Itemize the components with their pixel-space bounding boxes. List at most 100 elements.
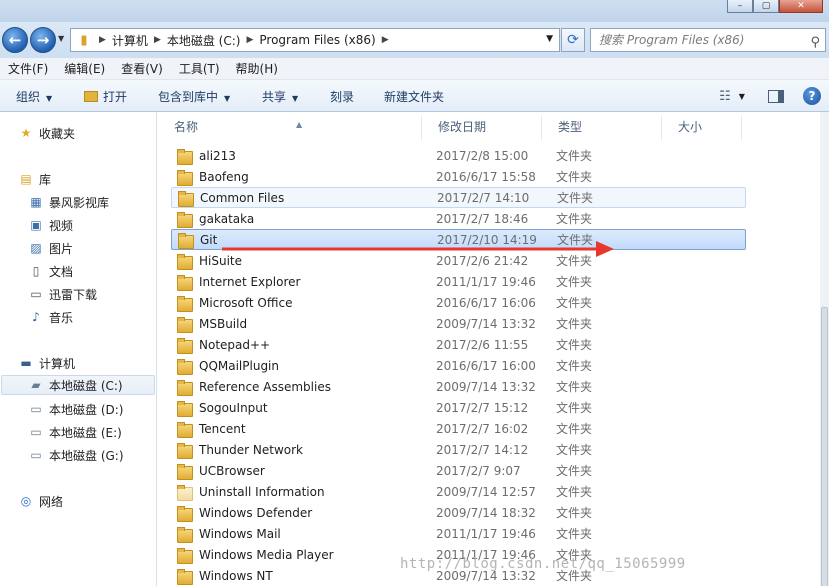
file-type: 文件夹 bbox=[557, 191, 594, 205]
document-icon: ▯ bbox=[32, 264, 40, 278]
new-folder-button[interactable]: 新建文件夹 bbox=[384, 88, 444, 105]
table-row[interactable]: Thunder Network 2017/2/7 14:12 文件夹 bbox=[171, 439, 746, 460]
menu-help[interactable]: 帮助(H) bbox=[236, 60, 278, 77]
menu-bar: 文件(F) 编辑(E) 查看(V) 工具(T) 帮助(H) bbox=[0, 58, 829, 80]
recent-pages-dropdown[interactable]: ▼ bbox=[58, 34, 64, 43]
table-row[interactable]: Git 2017/2/10 14:19 文件夹 bbox=[171, 229, 746, 250]
command-bar: 组织 ▼ 打开 包含到库中 ▼ 共享 ▼ 刻录 新建文件夹 ☷ ▼ ? bbox=[0, 80, 829, 112]
include-in-library-button[interactable]: 包含到库中 ▼ bbox=[158, 88, 230, 105]
forward-button[interactable]: → bbox=[30, 27, 56, 53]
table-row[interactable]: Tencent 2017/2/7 16:02 文件夹 bbox=[171, 418, 746, 439]
share-button[interactable]: 共享 ▼ bbox=[262, 88, 298, 105]
nav-computer[interactable]: ▬ 计算机 bbox=[18, 353, 75, 373]
table-row[interactable]: Windows Mail 2011/1/17 19:46 文件夹 bbox=[171, 523, 746, 544]
search-input[interactable]: 搜索 Program Files (x86) ⚲ bbox=[590, 28, 826, 52]
system-drive-icon: ▰ bbox=[31, 378, 41, 392]
chevron-right-icon[interactable]: ▶ bbox=[99, 35, 106, 45]
burn-button[interactable]: 刻录 bbox=[330, 88, 354, 105]
file-name: Baofeng bbox=[199, 169, 249, 184]
table-row[interactable]: gakataka 2017/2/7 18:46 文件夹 bbox=[171, 208, 746, 229]
table-row[interactable]: Reference Assemblies 2009/7/14 13:32 文件夹 bbox=[171, 376, 746, 397]
column-header-size[interactable]: 大小 bbox=[662, 116, 742, 140]
view-options-button[interactable]: ☷ ▼ bbox=[712, 86, 752, 106]
caret-down-icon: ▼ bbox=[224, 94, 231, 103]
table-row[interactable]: MSBuild 2009/7/14 13:32 文件夹 bbox=[171, 313, 746, 334]
file-name: Notepad++ bbox=[199, 337, 271, 352]
search-icon[interactable]: ⚲ bbox=[810, 32, 820, 54]
file-type: 文件夹 bbox=[557, 233, 594, 247]
chevron-right-icon[interactable]: ▶ bbox=[154, 35, 161, 45]
menu-tools[interactable]: 工具(T) bbox=[179, 60, 220, 77]
breadcrumb-program-files-x86[interactable]: Program Files (x86) bbox=[259, 33, 375, 47]
scrollbar-thumb[interactable] bbox=[821, 307, 828, 586]
refresh-button[interactable]: ⟳ bbox=[561, 28, 585, 52]
menu-edit[interactable]: 编辑(E) bbox=[64, 60, 105, 77]
nav-drive-d[interactable]: ▭ 本地磁盘 (D:) bbox=[28, 399, 123, 419]
nav-favorites[interactable]: ★ 收藏夹 bbox=[18, 123, 75, 143]
table-row[interactable]: Windows Defender 2009/7/14 18:32 文件夹 bbox=[171, 502, 746, 523]
file-name: Tencent bbox=[199, 421, 246, 436]
menu-view[interactable]: 查看(V) bbox=[121, 60, 163, 77]
maximize-button[interactable]: ▢ bbox=[753, 0, 779, 13]
nav-drive-label: 本地磁盘 (D:) bbox=[49, 402, 124, 417]
help-icon: ? bbox=[803, 87, 821, 105]
column-header-name[interactable]: ▲ 名称 bbox=[158, 116, 422, 140]
nav-drive-e[interactable]: ▭ 本地磁盘 (E:) bbox=[28, 422, 121, 442]
nav-lib-thunder[interactable]: ▭ 迅雷下载 bbox=[28, 284, 97, 304]
nav-lib-documents[interactable]: ▯ 文档 bbox=[28, 261, 73, 281]
nav-lib-videos[interactable]: ▣ 视频 bbox=[28, 215, 73, 235]
chevron-down-icon[interactable]: ▼ bbox=[546, 34, 553, 44]
help-button[interactable]: ? bbox=[801, 86, 823, 106]
chevron-right-icon[interactable]: ▶ bbox=[246, 35, 253, 45]
table-row[interactable]: HiSuite 2017/2/6 21:42 文件夹 bbox=[171, 250, 746, 271]
table-row[interactable]: Uninstall Information 2009/7/14 12:57 文件夹 bbox=[171, 481, 746, 502]
file-type: 文件夹 bbox=[556, 359, 593, 373]
file-type: 文件夹 bbox=[556, 401, 593, 415]
column-size-label: 大小 bbox=[678, 120, 703, 134]
table-row[interactable]: QQMailPlugin 2016/6/17 16:00 文件夹 bbox=[171, 355, 746, 376]
file-date: 2017/2/7 14:10 bbox=[437, 190, 530, 205]
breadcrumb-computer[interactable]: 计算机 bbox=[112, 32, 148, 49]
preview-pane-button[interactable] bbox=[765, 86, 787, 106]
nav-libraries[interactable]: ▤ 库 bbox=[18, 169, 51, 189]
table-row[interactable]: Notepad++ 2017/2/6 11:55 文件夹 bbox=[171, 334, 746, 355]
back-button[interactable]: ← bbox=[2, 27, 28, 53]
table-row[interactable]: Microsoft Office 2016/6/17 16:06 文件夹 bbox=[171, 292, 746, 313]
nav-lib-label: 迅雷下载 bbox=[49, 287, 98, 302]
folder-icon bbox=[178, 190, 194, 207]
nav-drive-c[interactable]: ▰ 本地磁盘 (C:) bbox=[1, 375, 155, 395]
folder-icon bbox=[177, 505, 193, 522]
chevron-right-icon[interactable]: ▶ bbox=[382, 35, 389, 45]
menu-file[interactable]: 文件(F) bbox=[8, 60, 48, 77]
file-date: 2011/1/17 19:46 bbox=[436, 274, 536, 289]
minimize-button[interactable]: – bbox=[727, 0, 753, 13]
address-bar[interactable]: ▮ ▶ 计算机 ▶ 本地磁盘 (C:) ▶ Program Files (x86… bbox=[70, 28, 560, 52]
download-icon: ▭ bbox=[30, 287, 42, 301]
organize-button[interactable]: 组织 ▼ bbox=[16, 88, 52, 105]
table-row[interactable]: Baofeng 2016/6/17 15:58 文件夹 bbox=[171, 166, 746, 187]
file-date: 2017/2/6 11:55 bbox=[436, 337, 529, 352]
table-row[interactable]: UCBrowser 2017/2/7 9:07 文件夹 bbox=[171, 460, 746, 481]
nav-lib-pictures[interactable]: ▨ 图片 bbox=[28, 238, 73, 258]
table-row[interactable]: Common Files 2017/2/7 14:10 文件夹 bbox=[171, 187, 746, 208]
file-type: 文件夹 bbox=[556, 149, 593, 163]
close-button[interactable]: ✕ bbox=[779, 0, 823, 13]
vertical-scrollbar[interactable] bbox=[820, 112, 829, 586]
table-row[interactable]: ali213 2017/2/8 15:00 文件夹 bbox=[171, 145, 746, 166]
computer-icon: ▬ bbox=[20, 356, 32, 370]
nav-lib-baofeng[interactable]: ▦ 暴风影视库 bbox=[28, 192, 109, 212]
open-button[interactable]: 打开 bbox=[84, 88, 127, 105]
column-header-date[interactable]: 修改日期 bbox=[422, 116, 542, 140]
table-row[interactable]: Internet Explorer 2011/1/17 19:46 文件夹 bbox=[171, 271, 746, 292]
picture-icon: ▨ bbox=[30, 241, 42, 255]
video-icon: ▣ bbox=[30, 218, 42, 232]
nav-lib-music[interactable]: ♪ 音乐 bbox=[28, 307, 73, 327]
file-name: Common Files bbox=[200, 190, 285, 205]
nav-network[interactable]: ◎ 网络 bbox=[18, 491, 63, 511]
table-row[interactable]: SogouInput 2017/2/7 15:12 文件夹 bbox=[171, 397, 746, 418]
nav-drive-g[interactable]: ▭ 本地磁盘 (G:) bbox=[28, 445, 123, 465]
folder-icon bbox=[177, 148, 193, 165]
column-header-type[interactable]: 类型 bbox=[542, 116, 662, 140]
breadcrumb-drive-c[interactable]: 本地磁盘 (C:) bbox=[167, 32, 241, 49]
file-type: 文件夹 bbox=[556, 527, 593, 541]
